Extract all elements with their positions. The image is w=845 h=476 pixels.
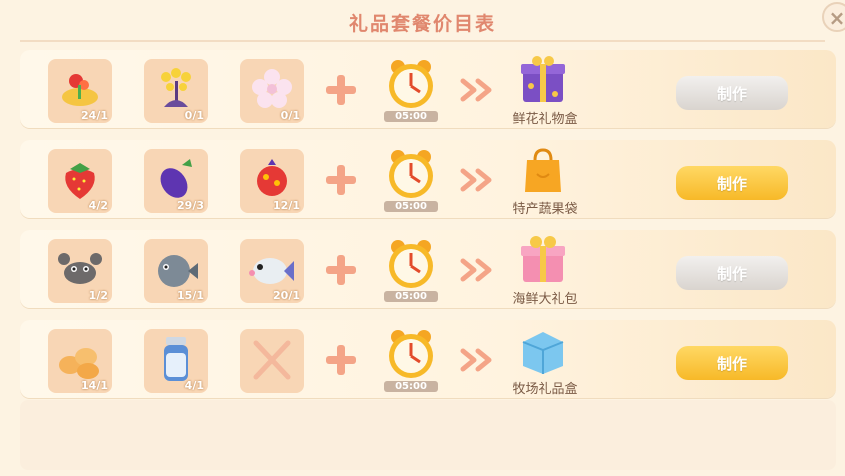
white-flower-icon [252, 69, 292, 108]
ingredient-slot[interactable]: 15/1 [144, 239, 208, 303]
ingredient-count: 29/3 [177, 199, 204, 212]
plus-icon [326, 75, 356, 105]
ingredient-count: 4/1 [184, 379, 204, 392]
gift-package-panel: 礼品套餐价目表 × 24/1 0/1 0/1 05:00 鲜花礼物盒 制作 4/… [0, 0, 845, 476]
craft-time: 05:00 [384, 291, 438, 302]
page-title: 礼品套餐价目表 [348, 13, 496, 35]
result-name: 鲜花礼物盒 [512, 112, 578, 127]
purple-gift-box-icon [521, 56, 565, 102]
empty-slot-x-icon [253, 340, 291, 380]
result-name: 海鲜大礼包 [512, 292, 578, 307]
ingredient-slot[interactable]: 29/3 [144, 149, 208, 213]
pufferfish-icon [158, 255, 198, 287]
ingredient-slot[interactable]: 14/1 [48, 329, 112, 393]
ingredient-slot[interactable]: 4/1 [144, 329, 208, 393]
recipe-row-ranch-gift-box: 14/1 4/1 05:00 牧场礼品盒 制作 [20, 320, 836, 398]
pink-gift-box-icon [521, 236, 565, 282]
craft-time: 05:00 [384, 111, 438, 122]
ingredient-count: 4/2 [88, 199, 108, 212]
milk-jar-icon [164, 337, 188, 381]
crab-icon [58, 253, 102, 284]
ingredient-count: 24/1 [81, 109, 108, 122]
alarm-clock-icon [389, 60, 433, 108]
ingredient-slot[interactable] [240, 329, 304, 393]
orange-bag-icon [525, 148, 561, 192]
ingredient-count: 1/2 [88, 289, 108, 302]
double-chevron-right-icon [460, 168, 492, 192]
close-icon[interactable]: × [822, 2, 845, 32]
ingredient-slot[interactable]: 0/1 [144, 59, 208, 123]
ingredient-slot[interactable]: 12/1 [240, 149, 304, 213]
ingredient-slot[interactable]: 4/2 [48, 149, 112, 213]
strawberry-icon [65, 163, 95, 199]
craft-time: 05:00 [384, 201, 438, 212]
ingredient-slot[interactable]: 1/2 [48, 239, 112, 303]
ingredient-count: 14/1 [81, 379, 108, 392]
eggs-icon [59, 348, 99, 379]
title-divider [20, 40, 825, 42]
result-name: 特产蔬果袋 [512, 202, 578, 217]
alarm-clock-icon [389, 240, 433, 288]
craft-time: 05:00 [384, 381, 438, 392]
double-chevron-right-icon [460, 258, 492, 282]
plus-icon [326, 345, 356, 375]
recipe-row-flower-gift-box: 24/1 0/1 0/1 05:00 鲜花礼物盒 制作 [20, 50, 836, 128]
white-fish-icon [249, 258, 294, 284]
result-name: 牧场礼品盒 [512, 382, 578, 397]
ingredient-slot[interactable]: 20/1 [240, 239, 304, 303]
title-bar: 礼品套餐价目表 [0, 0, 845, 44]
ingredient-count: 15/1 [177, 289, 204, 302]
red-fruit-icon [257, 159, 287, 196]
ingredient-count: 0/1 [280, 109, 300, 122]
red-flower-icon [62, 74, 98, 106]
plus-icon [326, 165, 356, 195]
yellow-flower-icon [161, 68, 191, 107]
double-chevron-right-icon [460, 78, 492, 102]
recipe-list: 24/1 0/1 0/1 05:00 鲜花礼物盒 制作 4/2 29/3 12/… [20, 50, 836, 398]
ingredient-slot[interactable]: 0/1 [240, 59, 304, 123]
craft-timer: 05:00 [384, 237, 438, 307]
blue-gift-box-icon [522, 332, 564, 374]
double-chevron-right-icon [460, 348, 492, 372]
craft-timer: 05:00 [384, 327, 438, 397]
make-button[interactable]: 制作 [676, 256, 788, 290]
ingredient-count: 0/1 [184, 109, 204, 122]
craft-timer: 05:00 [384, 57, 438, 127]
plus-icon [326, 255, 356, 285]
bottom-empty-area [20, 400, 836, 470]
ingredient-slot[interactable]: 24/1 [48, 59, 112, 123]
make-button[interactable]: 制作 [676, 76, 788, 110]
recipe-row-produce-bag: 4/2 29/3 12/1 05:00 特产蔬果袋 制作 [20, 140, 836, 218]
alarm-clock-icon [389, 150, 433, 198]
make-button[interactable]: 制作 [676, 166, 788, 200]
recipe-row-seafood-gift-pack: 1/2 15/1 20/1 05:00 海鲜大礼包 制作 [20, 230, 836, 308]
ingredient-count: 20/1 [273, 289, 300, 302]
craft-timer: 05:00 [384, 147, 438, 217]
make-button[interactable]: 制作 [676, 346, 788, 380]
eggplant-icon [160, 159, 192, 198]
ingredient-count: 12/1 [273, 199, 300, 212]
alarm-clock-icon [389, 330, 433, 378]
